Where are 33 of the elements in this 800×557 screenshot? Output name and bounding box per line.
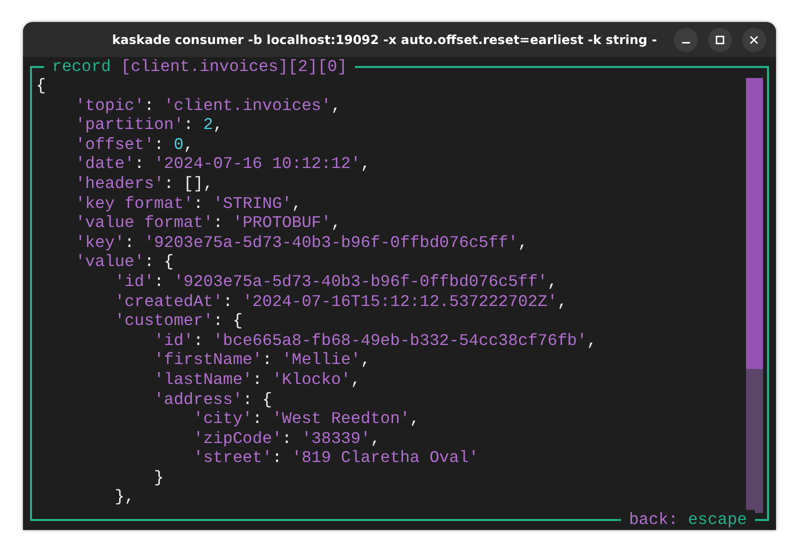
code-line: { — [36, 76, 47, 96]
maximize-icon — [715, 35, 725, 45]
key-hint: back: escape — [620, 510, 755, 530]
code-line: 'zipCode': '38339', — [192, 428, 382, 448]
scrollbar[interactable] — [746, 78, 763, 513]
minimize-button[interactable] — [674, 28, 698, 52]
code-line: 'key format': 'STRING', — [74, 194, 303, 214]
code-line: 'offset': 0, — [74, 134, 194, 154]
code-line: 'id': 'bce665a8-fb68-49eb-b332-54cc38cf76fb', — [153, 330, 598, 350]
code-line: 'customer': { — [114, 311, 244, 331]
code-line: 'topic': 'client.invoices', — [74, 96, 342, 116]
code-line: 'firstName': 'Mellie', — [153, 350, 372, 370]
close-button[interactable] — [742, 28, 766, 52]
maximize-button[interactable] — [708, 28, 732, 52]
code-line: 'date': '2024-07-16 10:12:12', — [74, 154, 372, 174]
code-line: 'value': { — [74, 252, 175, 272]
window-title: kaskade consumer -b localhost:19092 -x auto.offset.reset=earliest -k string - — [112, 32, 657, 47]
scrollbar-thumb[interactable] — [746, 78, 763, 370]
code-line: 'headers': [], — [74, 174, 214, 194]
code-line: 'id': '9203e75a-5d73-40b3-b96f-0ffbd076c5ff', — [114, 272, 558, 292]
code-line: }, — [114, 487, 136, 508]
code-line: 'street': '819 Claretha Oval' — [192, 448, 480, 468]
code-line: 'lastName': 'Klocko', — [153, 370, 362, 390]
code-line: 'createdAt': '2024-07-16T15:12:12.537222702Z', — [114, 292, 568, 312]
minimize-icon — [682, 42, 690, 44]
code-line: 'value format': 'PROTOBUF', — [74, 213, 342, 233]
close-icon — [749, 35, 759, 45]
code-line: 'address': { — [153, 390, 274, 410]
code-line: 'key': '9203e75a-5d73-40b3-b96f-0ffbd076c5ff', — [74, 232, 529, 252]
code-line: 'partition': 2, — [74, 115, 224, 135]
code-line: } — [153, 468, 165, 488]
panel-title: record [client.invoices][2][0] — [44, 57, 356, 77]
code-line: 'city': 'West Reedton', — [192, 409, 421, 429]
